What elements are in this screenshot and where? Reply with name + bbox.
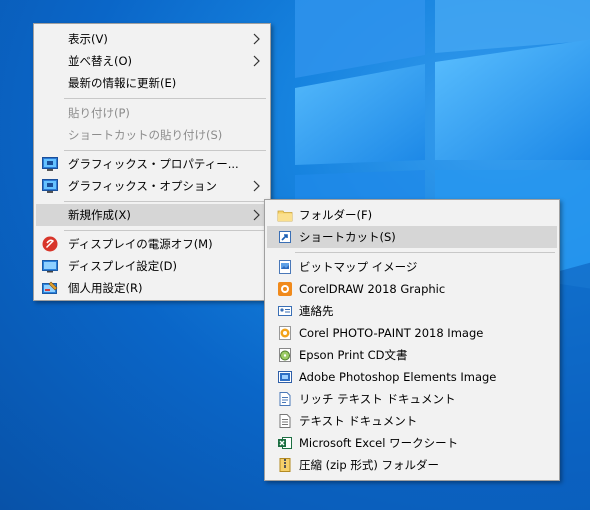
contact-card-icon [278, 306, 292, 316]
menu-separator [295, 252, 555, 253]
personalize-icon [42, 281, 58, 294]
menu-item-graphics-options[interactable]: グラフィックス・オプション [36, 175, 268, 197]
rich-text-document-icon [279, 392, 291, 406]
menu-item-label: 新規作成(X) [68, 208, 131, 222]
menu-item-label: ショートカット(S) [299, 230, 396, 244]
menu-item-label: Adobe Photoshop Elements Image [299, 370, 497, 384]
photo-paint-icon [279, 326, 291, 340]
menu-item-label: 表示(V) [68, 32, 108, 46]
epson-cd-icon [279, 348, 291, 362]
submenu-item-text[interactable]: テキスト ドキュメント [267, 410, 557, 432]
submenu-item-excel[interactable]: Microsoft Excel ワークシート [267, 432, 557, 454]
menu-item-label: Microsoft Excel ワークシート [299, 436, 459, 450]
menu-item-label: テキスト ドキュメント [299, 414, 418, 428]
menu-item-label: 最新の情報に更新(E) [68, 76, 177, 90]
menu-item-paste[interactable]: 貼り付け(P) [36, 102, 268, 124]
menu-separator [64, 230, 266, 231]
chevron-right-icon [253, 180, 260, 192]
menu-separator [64, 201, 266, 202]
menu-item-graphics-properties[interactable]: グラフィックス・プロパティー... [36, 153, 268, 175]
submenu-item-coreldraw[interactable]: CorelDRAW 2018 Graphic [267, 278, 557, 300]
folder-icon [277, 210, 293, 222]
display-monitor-icon [42, 260, 58, 273]
menu-item-label: グラフィックス・オプション [68, 179, 217, 193]
text-document-icon [279, 414, 291, 428]
menu-item-label: リッチ テキスト ドキュメント [299, 392, 456, 406]
menu-item-label: Epson Print CD文書 [299, 348, 408, 362]
menu-item-sort[interactable]: 並べ替え(O) [36, 50, 268, 72]
menu-item-view[interactable]: 表示(V) [36, 28, 268, 50]
menu-item-label: グラフィックス・プロパティー... [68, 157, 239, 171]
menu-item-label: CorelDRAW 2018 Graphic [299, 282, 446, 296]
new-submenu: フォルダー(F) ショートカット(S) ビットマップ イメージ CorelDRA… [264, 199, 560, 481]
submenu-item-bitmap[interactable]: ビットマップ イメージ [267, 256, 557, 278]
menu-item-personalize[interactable]: 個人用設定(R) [36, 277, 268, 299]
menu-item-label: 圧縮 (zip 形式) フォルダー [299, 458, 439, 472]
menu-item-label: ディスプレイ設定(D) [68, 259, 178, 273]
menu-item-display-settings[interactable]: ディスプレイ設定(D) [36, 255, 268, 277]
menu-item-label: 連絡先 [299, 304, 334, 318]
submenu-item-epson[interactable]: Epson Print CD文書 [267, 344, 557, 366]
menu-item-label: Corel PHOTO-PAINT 2018 Image [299, 326, 484, 340]
menu-item-label: フォルダー(F) [299, 208, 373, 222]
coreldraw-icon [278, 282, 292, 296]
chevron-right-icon [253, 33, 260, 45]
menu-item-label: 個人用設定(R) [68, 281, 143, 295]
menu-item-label: ディスプレイの電源オフ(M) [68, 237, 213, 251]
power-off-icon [42, 236, 58, 252]
menu-item-label: 並べ替え(O) [68, 54, 133, 68]
shortcut-icon [279, 231, 291, 243]
submenu-item-folder[interactable]: フォルダー(F) [267, 204, 557, 226]
menu-item-new[interactable]: 新規作成(X) [36, 204, 268, 226]
submenu-item-rtf[interactable]: リッチ テキスト ドキュメント [267, 388, 557, 410]
menu-item-label: ビットマップ イメージ [299, 260, 418, 274]
chevron-right-icon [253, 55, 260, 67]
menu-item-label: ショートカットの貼り付け(S) [68, 128, 223, 142]
bitmap-image-icon [279, 260, 291, 274]
menu-item-label: 貼り付け(P) [68, 106, 130, 120]
submenu-item-zip[interactable]: 圧縮 (zip 形式) フォルダー [267, 454, 557, 476]
excel-icon [278, 437, 292, 449]
menu-item-display-power-off[interactable]: ディスプレイの電源オフ(M) [36, 233, 268, 255]
submenu-item-photoshop[interactable]: Adobe Photoshop Elements Image [267, 366, 557, 388]
intel-graphics-icon [42, 179, 58, 193]
chevron-right-icon [253, 209, 260, 221]
intel-graphics-icon [42, 157, 58, 171]
submenu-item-contact[interactable]: 連絡先 [267, 300, 557, 322]
menu-separator [64, 98, 266, 99]
desktop-context-menu: 表示(V) 並べ替え(O) 最新の情報に更新(E) 貼り付け(P) ショートカッ… [33, 23, 271, 301]
menu-separator [64, 150, 266, 151]
menu-item-refresh[interactable]: 最新の情報に更新(E) [36, 72, 268, 94]
menu-item-paste-shortcut[interactable]: ショートカットの貼り付け(S) [36, 124, 268, 146]
zip-folder-icon [279, 458, 291, 472]
submenu-item-shortcut[interactable]: ショートカット(S) [267, 226, 557, 248]
submenu-item-photopaint[interactable]: Corel PHOTO-PAINT 2018 Image [267, 322, 557, 344]
photoshop-elements-icon [278, 371, 292, 383]
